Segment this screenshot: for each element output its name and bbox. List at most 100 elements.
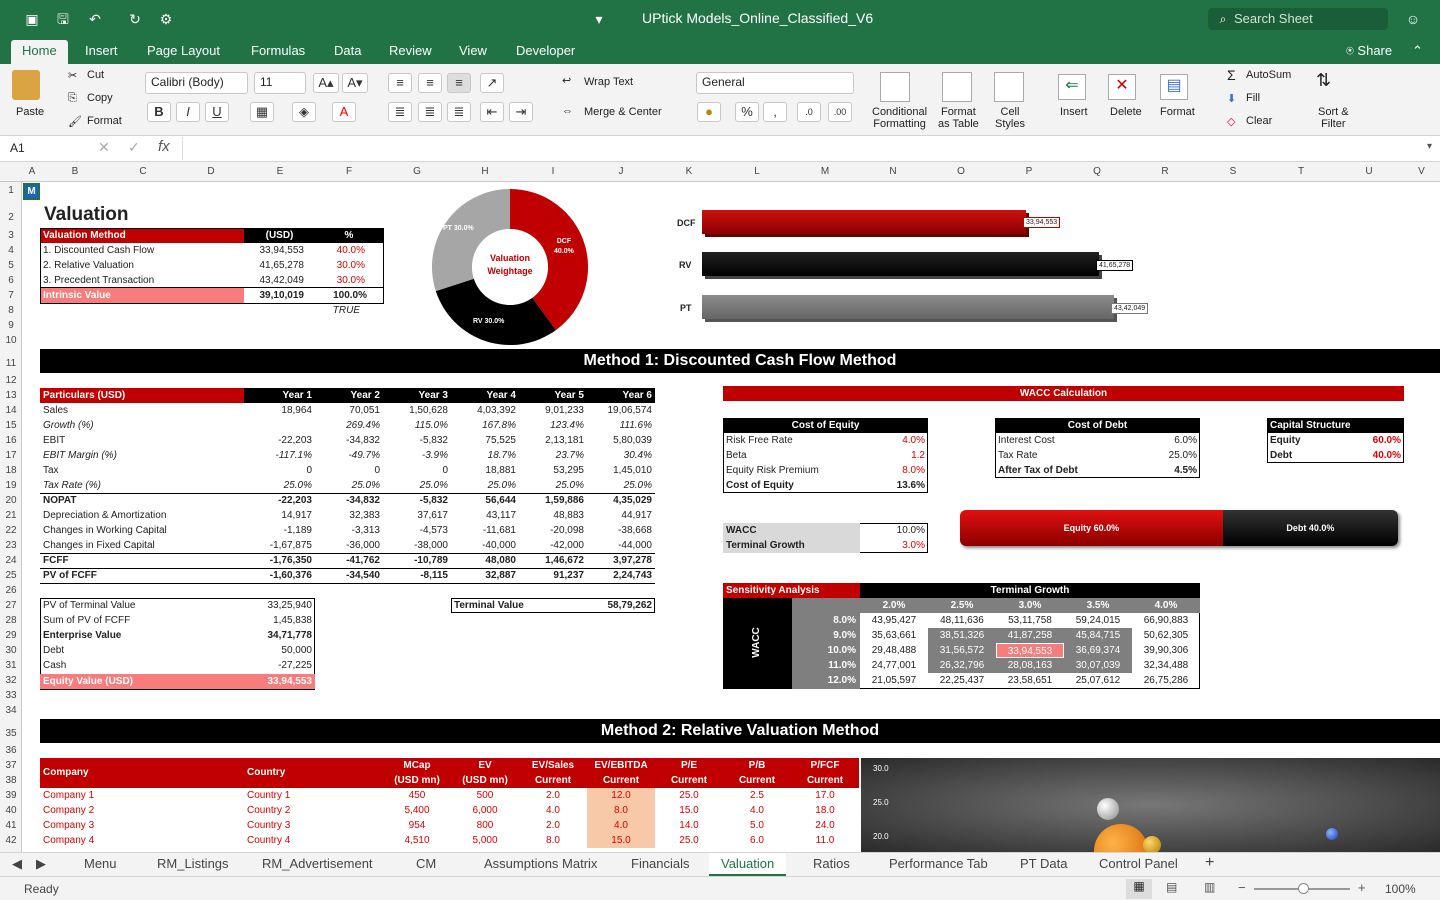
undo-icon[interactable]: ↶ (86, 10, 104, 28)
tab-page-layout[interactable]: Page Layout (147, 43, 220, 58)
col-header[interactable]: D (177, 166, 245, 177)
conditional-formatting-icon[interactable] (880, 72, 910, 102)
row-header[interactable]: 24 (0, 555, 22, 566)
scroll-left-icon[interactable]: ◀ (12, 856, 22, 872)
formula-input[interactable] (182, 137, 1422, 160)
borders-icon[interactable]: ▦ (250, 102, 274, 122)
page-break-view-icon[interactable]: ▥ (1204, 880, 1215, 894)
col-header[interactable]: B (41, 166, 109, 177)
expand-formula-icon[interactable]: ▾ (1427, 141, 1432, 152)
sheet-tab-performance-tab[interactable]: Performance Tab (889, 856, 988, 871)
merge-center-button[interactable]: Merge & Center (584, 106, 662, 118)
row-header[interactable]: 23 (0, 540, 22, 551)
tab-data[interactable]: Data (334, 43, 361, 58)
format-cells-button[interactable]: Format (1160, 106, 1195, 118)
col-header[interactable]: G (383, 166, 451, 177)
align-middle-icon[interactable]: ≡ (418, 73, 442, 93)
increase-decimal-icon[interactable]: .0 (797, 102, 821, 122)
paste-icon[interactable] (12, 70, 40, 100)
col-header[interactable]: O (927, 166, 995, 177)
decrease-font-icon[interactable]: A▾ (342, 73, 368, 93)
save-icon[interactable]: 🖫 (54, 10, 72, 28)
col-header[interactable]: L (723, 166, 791, 177)
collapse-ribbon-icon[interactable]: ⌃ (1412, 43, 1423, 59)
col-header[interactable]: A (23, 166, 41, 177)
row-header[interactable]: 12 (0, 375, 22, 386)
row-header[interactable]: 17 (0, 450, 22, 461)
conditional-formatting-button[interactable]: Conditional Formatting (872, 106, 927, 130)
page-layout-view-icon[interactable]: ▤ (1166, 880, 1177, 894)
row-header[interactable]: 29 (0, 630, 22, 641)
format-painter-icon[interactable]: 🖌 (68, 115, 82, 128)
autosum-icon[interactable]: Σ (1227, 67, 1236, 83)
merge-icon[interactable]: ⇔ (562, 105, 573, 117)
align-right-icon[interactable]: ≣ (447, 102, 471, 122)
col-header[interactable]: V (1403, 166, 1440, 177)
row-header[interactable]: 15 (0, 420, 22, 431)
normal-view-icon[interactable]: ▦ (1126, 879, 1152, 899)
cut-button[interactable]: Cut (87, 69, 104, 81)
sheet-tab-pt-data[interactable]: PT Data (1020, 856, 1067, 871)
row-header[interactable]: 22 (0, 525, 22, 536)
smiley-feedback-icon[interactable]: ☺ (1402, 10, 1424, 28)
tab-review[interactable]: Review (389, 43, 432, 58)
delete-cells-icon[interactable]: ✕ (1108, 74, 1136, 100)
col-header[interactable]: M (791, 166, 859, 177)
col-header[interactable]: E (245, 166, 315, 177)
comma-icon[interactable]: , (763, 102, 787, 122)
underline-icon[interactable]: U (205, 102, 229, 122)
align-top-icon[interactable]: ≡ (388, 73, 412, 93)
row-header[interactable]: 25 (0, 570, 22, 581)
row-header[interactable]: 35 (0, 728, 22, 739)
cell-styles-icon[interactable] (994, 72, 1024, 102)
increase-indent-icon[interactable]: ⇥ (509, 102, 533, 122)
percent-icon[interactable]: % (735, 102, 759, 122)
sheet-tab-menu[interactable]: Menu (84, 856, 117, 871)
row-header[interactable]: 5 (0, 260, 22, 271)
row-header[interactable]: 40 (0, 805, 22, 816)
fill-button[interactable]: Fill (1246, 92, 1260, 104)
row-header[interactable]: 10 (0, 335, 22, 346)
row-header[interactable]: 8 (0, 305, 22, 316)
row-header[interactable]: 18 (0, 465, 22, 476)
insert-cells-icon[interactable]: ⇐ (1058, 74, 1086, 100)
tab-home[interactable]: Home (11, 40, 68, 64)
row-header[interactable]: 1 (0, 185, 22, 196)
align-left-icon[interactable]: ≣ (388, 102, 412, 122)
row-header[interactable]: 37 (0, 760, 22, 771)
row-header[interactable]: 30 (0, 645, 22, 656)
row-header[interactable]: 3 (0, 230, 22, 241)
row-header[interactable]: 11 (0, 358, 22, 369)
scroll-right-icon[interactable]: ▶ (36, 856, 46, 872)
decrease-indent-icon[interactable]: ⇤ (480, 102, 504, 122)
name-box[interactable]: A1 (4, 139, 82, 159)
col-header[interactable]: T (1267, 166, 1335, 177)
align-center-icon[interactable]: ≣ (418, 102, 442, 122)
row-header[interactable]: 31 (0, 660, 22, 671)
zoom-slider-thumb[interactable] (1298, 883, 1309, 894)
row-header[interactable]: 20 (0, 495, 22, 506)
col-header[interactable]: N (859, 166, 927, 177)
insert-cells-button[interactable]: Insert (1060, 106, 1088, 118)
sidebar-toggle-icon[interactable]: ▣ (23, 10, 41, 28)
row-header[interactable]: 19 (0, 480, 22, 491)
format-as-table-icon[interactable] (942, 72, 972, 102)
row-header[interactable]: 4 (0, 245, 22, 256)
cancel-icon[interactable]: ✕ (98, 139, 110, 156)
sheet-tab-rm-advertisement[interactable]: RM_Advertisement (262, 856, 373, 871)
cut-icon[interactable]: ✂ (68, 69, 77, 82)
clear-button[interactable]: Clear (1246, 115, 1272, 127)
col-header[interactable]: U (1335, 166, 1403, 177)
col-header[interactable]: C (109, 166, 177, 177)
macro-icon[interactable]: ⚙ (157, 10, 175, 28)
sheet-tab-rm-listings[interactable]: RM_Listings (157, 856, 229, 871)
share-button[interactable]: ⍟ Share (1346, 43, 1392, 59)
customize-toolbar-icon[interactable]: ▾ (590, 10, 608, 28)
bold-icon[interactable]: B (147, 102, 171, 122)
row-header[interactable]: 36 (0, 745, 22, 756)
col-header[interactable]: Q (1063, 166, 1131, 177)
zoom-out-icon[interactable]: − (1238, 880, 1246, 895)
align-bottom-icon[interactable]: ≡ (447, 73, 471, 93)
enter-icon[interactable]: ✓ (128, 139, 140, 156)
row-header[interactable]: 2 (0, 212, 22, 223)
